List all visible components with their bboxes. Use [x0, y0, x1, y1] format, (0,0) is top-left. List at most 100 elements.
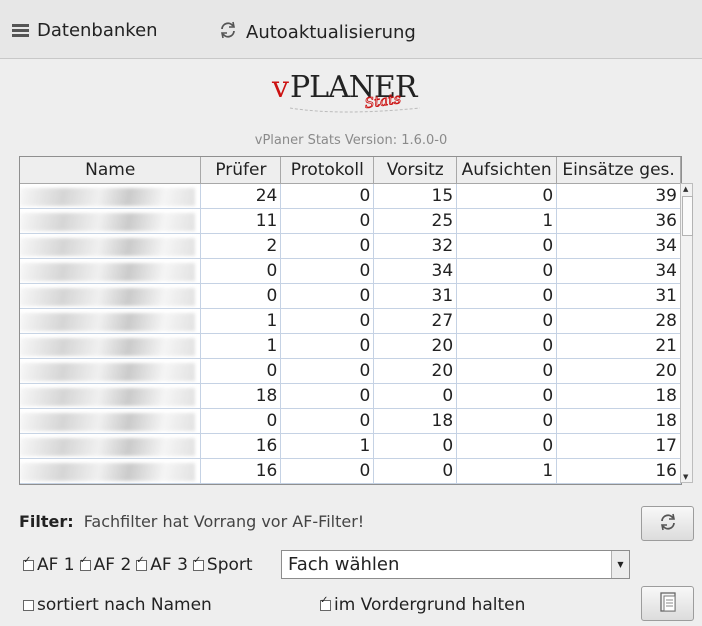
- stats-table[interactable]: Name Prüfer Protokoll Vorsitz Aufsichten…: [19, 156, 682, 485]
- table-cell: 0: [456, 433, 558, 459]
- table-cell: 0: [456, 283, 558, 309]
- name-cell-redacted: [20, 308, 202, 334]
- table-row[interactable]: 16 0 0 1 16: [20, 458, 681, 484]
- table-cell: 31: [556, 283, 681, 309]
- table-cell: 0: [456, 183, 558, 209]
- sort-by-name-label: sortiert nach Namen: [37, 595, 212, 615]
- af3-checkbox[interactable]: AF 3: [136, 555, 188, 575]
- table-row[interactable]: 0 0 20 0 20: [20, 358, 681, 384]
- table-row[interactable]: 18 0 0 0 18: [20, 383, 681, 409]
- subject-select[interactable]: Fach wählen ▼: [281, 550, 630, 579]
- column-header-protokoll[interactable]: Protokoll: [280, 157, 375, 184]
- filter-hint: Fachfilter hat Vorrang vor AF-Filter!: [83, 512, 365, 531]
- table-row[interactable]: 1 0 20 0 21: [20, 333, 681, 359]
- table-cell: 17: [556, 433, 681, 459]
- table-row[interactable]: 1 0 27 0 28: [20, 308, 681, 334]
- table-cell: 0: [373, 458, 458, 484]
- table-cell: 31: [373, 283, 458, 309]
- document-icon: [658, 591, 678, 617]
- table-row[interactable]: 11 0 25 1 36: [20, 208, 681, 234]
- table-header: Name Prüfer Protokoll Vorsitz Aufsichten…: [20, 157, 681, 184]
- checkbox-icon: [192, 555, 204, 571]
- checkbox-icon: [23, 599, 34, 611]
- table-cell: 18: [556, 383, 681, 409]
- table-cell: 0: [280, 383, 375, 409]
- checkbox-icon: [79, 555, 91, 571]
- table-row[interactable]: 24 0 15 0 39: [20, 183, 681, 209]
- table-scrollbar[interactable]: ▲ ▼: [680, 183, 693, 483]
- table-row[interactable]: 0 0 31 0 31: [20, 283, 681, 309]
- refresh-button[interactable]: [641, 506, 694, 541]
- table-cell: 0: [280, 408, 375, 434]
- af1-label: AF 1: [37, 555, 75, 575]
- scroll-up-arrow-icon[interactable]: ▲: [683, 185, 688, 193]
- filter-label: Filter:: [19, 512, 74, 531]
- table-cell: 0: [373, 383, 458, 409]
- column-header-name[interactable]: Name: [20, 157, 202, 184]
- table-cell: 0: [456, 383, 558, 409]
- table-cell: 18: [200, 383, 282, 409]
- redacted-name-image: [20, 187, 195, 206]
- table-cell: 0: [280, 308, 375, 334]
- name-cell-redacted: [20, 283, 202, 309]
- table-cell: 1: [456, 458, 558, 484]
- table-cell: 1: [456, 208, 558, 234]
- column-header-einsaetze[interactable]: Einsätze ges.: [556, 157, 681, 184]
- redacted-name-image: [20, 262, 195, 281]
- refresh-icon: [658, 512, 678, 536]
- sort-by-name-checkbox[interactable]: sortiert nach Namen: [23, 595, 212, 615]
- table-cell: 34: [556, 233, 681, 259]
- column-header-aufsichten[interactable]: Aufsichten: [456, 157, 558, 184]
- name-cell-redacted: [20, 183, 202, 209]
- table-cell: 0: [456, 333, 558, 359]
- table-row[interactable]: 0 0 34 0 34: [20, 258, 681, 284]
- redacted-name-image: [20, 412, 195, 431]
- databases-menu[interactable]: Datenbanken: [12, 20, 158, 41]
- column-header-pruefer[interactable]: Prüfer: [200, 157, 282, 184]
- table-cell: 15: [373, 183, 458, 209]
- table-cell: 11: [200, 208, 282, 234]
- table-cell: 0: [456, 408, 558, 434]
- keep-foreground-checkbox[interactable]: im Vordergrund halten: [320, 595, 525, 615]
- autoupdate-toggle[interactable]: Autoaktualisierung: [218, 20, 416, 45]
- table-cell: 0: [280, 183, 375, 209]
- table-cell: 34: [373, 258, 458, 284]
- scrollbar-thumb[interactable]: [682, 196, 693, 236]
- table-cell: 32: [373, 233, 458, 259]
- table-cell: 0: [200, 283, 282, 309]
- table-row[interactable]: 2 0 32 0 34: [20, 233, 681, 259]
- af3-label: AF 3: [150, 555, 188, 575]
- column-header-vorsitz[interactable]: Vorsitz: [373, 157, 458, 184]
- checkbox-icon: [23, 555, 34, 571]
- table-cell: 2: [200, 233, 282, 259]
- scroll-down-arrow-icon[interactable]: ▼: [683, 473, 688, 481]
- checkbox-icon: [136, 555, 148, 571]
- table-cell: 34: [556, 258, 681, 284]
- subject-select-value: Fach wählen: [288, 554, 400, 575]
- table-cell: 0: [456, 258, 558, 284]
- sport-checkbox[interactable]: Sport: [192, 555, 253, 575]
- svg-text:v: v: [271, 70, 289, 105]
- name-cell-redacted: [20, 433, 202, 459]
- version-label: vPlaner Stats Version: 1.6.0-0: [254, 133, 448, 148]
- table-cell: 21: [556, 333, 681, 359]
- table-row[interactable]: 16 1 0 0 17: [20, 433, 681, 459]
- table-cell: 0: [456, 233, 558, 259]
- redacted-name-image: [20, 437, 195, 456]
- table-row[interactable]: 0 0 18 0 18: [20, 408, 681, 434]
- checkbox-icon: [320, 595, 331, 611]
- name-cell-redacted: [20, 458, 202, 484]
- autoupdate-label: Autoaktualisierung: [246, 22, 416, 43]
- redacted-name-image: [20, 387, 195, 406]
- table-cell: 0: [456, 358, 558, 384]
- af1-checkbox[interactable]: AF 1: [23, 555, 75, 575]
- af2-checkbox[interactable]: AF 2: [79, 555, 131, 575]
- table-cell: 16: [200, 433, 282, 459]
- export-button[interactable]: [641, 586, 694, 621]
- table-cell: 0: [280, 208, 375, 234]
- table-cell: 18: [373, 408, 458, 434]
- table-cell: 20: [373, 358, 458, 384]
- name-cell-redacted: [20, 258, 202, 284]
- chevron-down-icon[interactable]: ▼: [611, 551, 629, 578]
- filter-info: Filter: Fachfilter hat Vorrang vor AF-Fil…: [19, 512, 364, 531]
